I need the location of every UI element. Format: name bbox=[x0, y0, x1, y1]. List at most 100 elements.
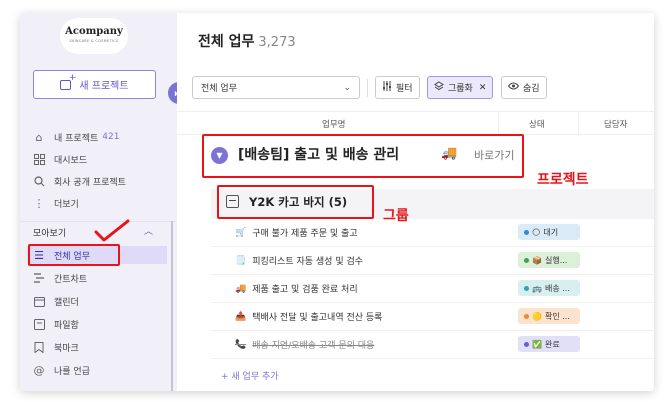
status-dot bbox=[524, 285, 529, 291]
task-emoji: 🗒️ bbox=[235, 255, 247, 266]
task-name[interactable]: 🗒️ 피킹리스트 자동 생성 및 검수 bbox=[235, 254, 363, 268]
filter-label: 필터 bbox=[396, 84, 413, 94]
at-sign-icon: @ bbox=[33, 363, 45, 377]
filter-button[interactable]: 필터 bbox=[375, 76, 420, 99]
sidebar-item-more[interactable]: ⋮ 더보기 bbox=[32, 194, 172, 212]
task-name-text: 배송 지연/오배송 고객 문의 대응 bbox=[252, 341, 375, 351]
group-by-label: 그룹화 bbox=[448, 84, 473, 94]
toolbar-divider bbox=[367, 79, 368, 97]
status-emoji: 🟡 bbox=[532, 311, 542, 321]
sliders-icon bbox=[382, 81, 392, 94]
view-select[interactable]: 전체 업무 ⌄ bbox=[192, 76, 360, 99]
task-name-text: 제품 출고 및 검품 완료 처리 bbox=[252, 285, 358, 295]
sidebar-item-dashboard[interactable]: 대시보드 bbox=[32, 150, 172, 168]
annotation-label: 프로젝트 bbox=[537, 172, 589, 188]
gantt-icon bbox=[32, 271, 46, 285]
hide-button[interactable]: 숨김 bbox=[501, 76, 547, 99]
new-project-button[interactable]: 새 프로젝트 bbox=[33, 70, 156, 99]
table-row[interactable]: 🗒️ 피킹리스트 자동 생성 및 검수 📦 실행... bbox=[211, 247, 654, 275]
table-header: 업무명 상태 담당자 bbox=[177, 111, 654, 136]
column-divider bbox=[498, 112, 499, 136]
status-emoji: 🚌 bbox=[532, 283, 542, 293]
new-project-label: 새 프로젝트 bbox=[79, 81, 129, 92]
task-name[interactable]: 🚚 제품 출고 및 검품 완료 처리 bbox=[235, 282, 358, 296]
status-label: 배송 ... bbox=[544, 283, 570, 293]
status-badge[interactable]: 📦 실행... bbox=[518, 252, 580, 268]
close-icon[interactable]: ✕ bbox=[479, 83, 487, 93]
status-label: 대기 bbox=[543, 227, 559, 237]
status-badge[interactable]: ✅ 완료 bbox=[518, 336, 580, 352]
sidebar-item-label: 더보기 bbox=[54, 199, 79, 210]
company-logo[interactable]: Acompany SKINCARE & COSMETICS bbox=[60, 18, 128, 54]
status-emoji: ✅ bbox=[532, 339, 542, 349]
status-dot bbox=[524, 341, 529, 347]
table-row[interactable]: 🚚 제품 출고 및 검품 완료 처리 🚌 배송 ... bbox=[211, 275, 654, 303]
view-select-value: 전체 업무 bbox=[201, 84, 237, 94]
task-emoji: 🚚 bbox=[235, 283, 247, 294]
sidebar-item-label: 북마크 bbox=[54, 343, 79, 354]
annotation-label: 그룹 bbox=[383, 208, 409, 224]
task-name-text: 구매 불가 제품 주문 및 출고 bbox=[252, 229, 358, 239]
sidebar-item-label: 내 프로젝트 bbox=[54, 133, 99, 144]
column-header-status[interactable]: 상태 bbox=[529, 118, 545, 130]
status-label: 완료 bbox=[544, 339, 560, 349]
page-title: 전체 업무 3,273 bbox=[198, 31, 296, 51]
sidebar-item-my-projects[interactable]: ⌂ 내 프로젝트 421 bbox=[32, 128, 172, 146]
page-title-text: 전체 업무 bbox=[198, 34, 255, 50]
sidebar: Acompany SKINCARE & COSMETICS 새 프로젝트 ⌂ 내… bbox=[20, 13, 177, 391]
table-row[interactable]: 🛒 구매 불가 제품 주문 및 출고 🌕 대기 bbox=[211, 219, 654, 247]
sidebar-item-public-projects[interactable]: 회사 공개 프로젝트 bbox=[32, 172, 172, 190]
task-name[interactable]: 🛒 구매 불가 제품 주문 및 출고 bbox=[235, 226, 358, 240]
table-row[interactable]: 📤 택배사 전달 및 출고내역 전산 등록 🟡 확인 ... bbox=[211, 303, 654, 331]
status-badge[interactable]: 🟡 확인 ... bbox=[518, 308, 580, 324]
sidebar-item-bookmarks[interactable]: 북마크 bbox=[32, 338, 172, 356]
add-task-link[interactable]: + 새 업무 추가 bbox=[221, 369, 279, 382]
status-badge[interactable]: 🚌 배송 ... bbox=[518, 280, 580, 296]
logo-text: Acompany bbox=[65, 26, 123, 37]
sidebar-item-label: 회사 공개 프로젝트 bbox=[54, 177, 126, 188]
sidebar-item-label: 파일함 bbox=[54, 320, 79, 331]
sidebar-item-label: 대시보드 bbox=[54, 155, 88, 166]
bookmark-icon bbox=[32, 340, 46, 354]
status-emoji: 📦 bbox=[532, 255, 542, 265]
hide-label: 숨김 bbox=[523, 84, 540, 94]
main-panel: 전체 업무 3,273 전체 업무 ⌄ 필터 그룹화 ✕ 숨김 업무명 상태 담… bbox=[177, 13, 654, 391]
chevron-down-icon: ⌄ bbox=[343, 82, 351, 93]
logo-subtext: SKINCARE & COSMETICS bbox=[69, 39, 119, 43]
sidebar-item-calendar[interactable]: 캘린더 bbox=[32, 292, 172, 310]
highlight-box bbox=[28, 244, 120, 266]
project-count: 421 bbox=[102, 132, 120, 142]
status-dot bbox=[524, 229, 529, 235]
task-name[interactable]: 📞 배송 지연/오배송 고객 문의 대응 bbox=[235, 338, 375, 352]
column-header-assignee[interactable]: 담당자 bbox=[604, 118, 627, 130]
dashboard-icon bbox=[32, 152, 46, 166]
sidebar-item-mentions[interactable]: @ 나를 언급 bbox=[32, 361, 172, 379]
app-window: Acompany SKINCARE & COSMETICS 새 프로젝트 ⌂ 내… bbox=[20, 13, 654, 391]
chevron-up-icon[interactable]: ︿ bbox=[144, 224, 153, 237]
layers-icon bbox=[434, 81, 444, 94]
column-header-task[interactable]: 업무명 bbox=[322, 118, 345, 130]
task-emoji: 📞 bbox=[235, 339, 247, 350]
status-dot bbox=[524, 313, 529, 319]
group-by-button[interactable]: 그룹화 ✕ bbox=[427, 76, 494, 99]
checkmark-annotation-icon bbox=[94, 219, 130, 242]
calendar-icon bbox=[32, 294, 46, 308]
home-icon: ⌂ bbox=[35, 130, 43, 144]
more-vertical-icon: ⋮ bbox=[33, 196, 45, 210]
sidebar-item-files[interactable]: 파일함 bbox=[32, 315, 172, 333]
highlight-box bbox=[217, 185, 374, 219]
sidebar-item-gantt[interactable]: 간트차트 bbox=[32, 269, 172, 287]
sidebar-scrollbar[interactable] bbox=[171, 221, 173, 391]
sidebar-item-label: 캘린더 bbox=[54, 297, 79, 308]
status-badge[interactable]: 🌕 대기 bbox=[518, 224, 580, 240]
highlight-box bbox=[202, 134, 524, 178]
status-dot bbox=[524, 257, 529, 263]
sidebar-item-label: 나를 언급 bbox=[54, 366, 90, 377]
sidebar-item-label: 간트차트 bbox=[54, 274, 88, 285]
status-label: 확인 ... bbox=[544, 311, 570, 321]
search-icon bbox=[32, 174, 46, 188]
eye-icon bbox=[507, 82, 520, 93]
task-name[interactable]: 📤 택배사 전달 및 출고내역 전산 등록 bbox=[235, 310, 383, 324]
task-name-text: 택배사 전달 및 출고내역 전산 등록 bbox=[252, 313, 383, 323]
table-row[interactable]: 📞 배송 지연/오배송 고객 문의 대응 ✅ 완료 bbox=[211, 331, 654, 359]
